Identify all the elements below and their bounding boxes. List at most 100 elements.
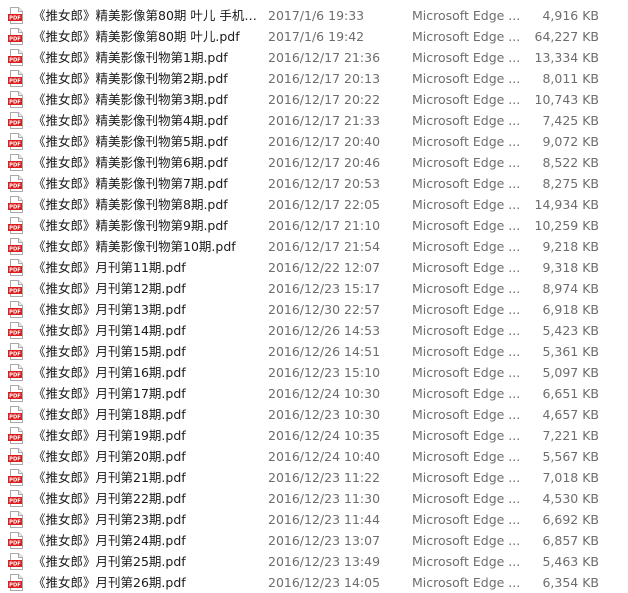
- file-row[interactable]: PDF 《推女郎》精美影像刊物第1期.pdf 2016/12/17 21:36 …: [0, 47, 628, 68]
- pdf-icon: PDF: [8, 70, 23, 87]
- file-name: 《推女郎》月刊第22期.pdf: [33, 491, 186, 506]
- file-row[interactable]: PDF 《推女郎》精美影像刊物第9期.pdf 2016/12/17 21:10 …: [0, 215, 628, 236]
- file-row[interactable]: PDF 《推女郎》精美影像刊物第4期.pdf 2016/12/17 21:33 …: [0, 110, 628, 131]
- file-row[interactable]: PDF 《推女郎》月刊第20期.pdf 2016/12/24 10:40 Mic…: [0, 446, 628, 467]
- svg-text:PDF: PDF: [9, 541, 21, 547]
- file-size: 8,011 KB: [542, 71, 599, 86]
- svg-text:PDF: PDF: [9, 268, 21, 274]
- pdf-icon: PDF: [8, 49, 23, 66]
- svg-text:PDF: PDF: [9, 205, 21, 211]
- svg-text:PDF: PDF: [9, 562, 21, 568]
- file-type: Microsoft Edge ...: [412, 92, 521, 107]
- file-type: Microsoft Edge ...: [412, 365, 521, 380]
- pdf-icon: PDF: [8, 280, 23, 297]
- svg-text:PDF: PDF: [9, 37, 21, 43]
- file-date-modified: 2016/12/23 13:49: [268, 554, 381, 569]
- file-type: Microsoft Edge ...: [412, 533, 521, 548]
- file-type: Microsoft Edge ...: [412, 134, 521, 149]
- pdf-icon: PDF: [8, 385, 23, 402]
- file-size: 7,018 KB: [542, 470, 599, 485]
- file-date-modified: 2016/12/23 13:07: [268, 533, 381, 548]
- file-name: 《推女郎》月刊第16期.pdf: [33, 365, 186, 380]
- svg-text:PDF: PDF: [9, 373, 21, 379]
- file-row[interactable]: PDF 《推女郎》月刊第22期.pdf 2016/12/23 11:30 Mic…: [0, 488, 628, 509]
- file-size: 7,425 KB: [542, 113, 599, 128]
- file-date-modified: 2016/12/17 21:33: [268, 113, 381, 128]
- pdf-icon: PDF: [8, 490, 23, 507]
- file-size: 6,651 KB: [542, 386, 599, 401]
- svg-text:PDF: PDF: [9, 583, 21, 589]
- file-row[interactable]: PDF 《推女郎》精美影像第80期 叶儿 手机阅... 2017/1/6 19:…: [0, 5, 628, 26]
- file-type: Microsoft Edge ...: [412, 302, 521, 317]
- svg-text:PDF: PDF: [9, 163, 21, 169]
- file-row[interactable]: PDF 《推女郎》精美影像刊物第7期.pdf 2016/12/17 20:53 …: [0, 173, 628, 194]
- file-type: Microsoft Edge ...: [412, 470, 521, 485]
- svg-text:PDF: PDF: [9, 79, 21, 85]
- file-row[interactable]: PDF 《推女郎》月刊第13期.pdf 2016/12/30 22:57 Mic…: [0, 299, 628, 320]
- pdf-icon: PDF: [8, 217, 23, 234]
- file-date-modified: 2016/12/22 12:07: [268, 260, 381, 275]
- file-name: 《推女郎》月刊第24期.pdf: [33, 533, 186, 548]
- file-row[interactable]: PDF 《推女郎》精美影像刊物第5期.pdf 2016/12/17 20:40 …: [0, 131, 628, 152]
- pdf-icon: PDF: [8, 364, 23, 381]
- file-date-modified: 2016/12/23 11:44: [268, 512, 381, 527]
- file-row[interactable]: PDF 《推女郎》月刊第25期.pdf 2016/12/23 13:49 Mic…: [0, 551, 628, 572]
- file-row[interactable]: PDF 《推女郎》月刊第11期.pdf 2016/12/22 12:07 Mic…: [0, 257, 628, 278]
- file-size: 8,275 KB: [542, 176, 599, 191]
- pdf-icon: PDF: [8, 91, 23, 108]
- file-size: 6,857 KB: [542, 533, 599, 548]
- file-row[interactable]: PDF 《推女郎》精美影像第80期 叶儿.pdf 2017/1/6 19:42 …: [0, 26, 628, 47]
- pdf-icon: PDF: [8, 406, 23, 423]
- svg-text:PDF: PDF: [9, 247, 21, 253]
- file-name: 《推女郎》精美影像刊物第1期.pdf: [33, 50, 228, 65]
- svg-text:PDF: PDF: [9, 184, 21, 190]
- file-size: 5,361 KB: [542, 344, 599, 359]
- file-name: 《推女郎》月刊第11期.pdf: [33, 260, 186, 275]
- file-row[interactable]: PDF 《推女郎》精美影像刊物第8期.pdf 2016/12/17 22:05 …: [0, 194, 628, 215]
- file-row[interactable]: PDF 《推女郎》月刊第18期.pdf 2016/12/23 10:30 Mic…: [0, 404, 628, 425]
- file-date-modified: 2016/12/30 22:57: [268, 302, 381, 317]
- file-size: 5,423 KB: [542, 323, 599, 338]
- file-name: 《推女郎》月刊第12期.pdf: [33, 281, 186, 296]
- file-size: 4,530 KB: [542, 491, 599, 506]
- file-size: 14,934 KB: [534, 197, 599, 212]
- file-type: Microsoft Edge ...: [412, 176, 521, 191]
- file-row[interactable]: PDF 《推女郎》月刊第16期.pdf 2016/12/23 15:10 Mic…: [0, 362, 628, 383]
- file-name: 《推女郎》月刊第21期.pdf: [33, 470, 186, 485]
- file-row[interactable]: PDF 《推女郎》精美影像刊物第6期.pdf 2016/12/17 20:46 …: [0, 152, 628, 173]
- file-row[interactable]: PDF 《推女郎》月刊第19期.pdf 2016/12/24 10:35 Mic…: [0, 425, 628, 446]
- file-type: Microsoft Edge ...: [412, 449, 521, 464]
- pdf-icon: PDF: [8, 469, 23, 486]
- file-row[interactable]: PDF 《推女郎》精美影像刊物第2期.pdf 2016/12/17 20:13 …: [0, 68, 628, 89]
- pdf-icon: PDF: [8, 112, 23, 129]
- file-date-modified: 2016/12/23 15:17: [268, 281, 381, 296]
- file-row[interactable]: PDF 《推女郎》月刊第17期.pdf 2016/12/24 10:30 Mic…: [0, 383, 628, 404]
- file-date-modified: 2016/12/17 20:22: [268, 92, 381, 107]
- file-name: 《推女郎》精美影像刊物第5期.pdf: [33, 134, 228, 149]
- file-row[interactable]: PDF 《推女郎》月刊第23期.pdf 2016/12/23 11:44 Mic…: [0, 509, 628, 530]
- file-type: Microsoft Edge ...: [412, 428, 521, 443]
- file-name: 《推女郎》月刊第19期.pdf: [33, 428, 186, 443]
- file-row[interactable]: PDF 《推女郎》月刊第14期.pdf 2016/12/26 14:53 Mic…: [0, 320, 628, 341]
- file-type: Microsoft Edge ...: [412, 197, 521, 212]
- file-row[interactable]: PDF 《推女郎》精美影像刊物第3期.pdf 2016/12/17 20:22 …: [0, 89, 628, 110]
- file-name: 《推女郎》精美影像刊物第6期.pdf: [33, 155, 228, 170]
- svg-text:PDF: PDF: [9, 142, 21, 148]
- file-row[interactable]: PDF 《推女郎》月刊第15期.pdf 2016/12/26 14:51 Mic…: [0, 341, 628, 362]
- file-row[interactable]: PDF 《推女郎》月刊第12期.pdf 2016/12/23 15:17 Mic…: [0, 278, 628, 299]
- file-row[interactable]: PDF 《推女郎》月刊第26期.pdf 2016/12/23 14:05 Mic…: [0, 572, 628, 593]
- pdf-icon: PDF: [8, 553, 23, 570]
- file-row[interactable]: PDF 《推女郎》月刊第24期.pdf 2016/12/23 13:07 Mic…: [0, 530, 628, 551]
- file-type: Microsoft Edge ...: [412, 239, 521, 254]
- file-date-modified: 2016/12/17 20:46: [268, 155, 381, 170]
- pdf-icon: PDF: [8, 154, 23, 171]
- file-row[interactable]: PDF 《推女郎》精美影像刊物第10期.pdf 2016/12/17 21:54…: [0, 236, 628, 257]
- svg-text:PDF: PDF: [9, 289, 21, 295]
- file-size: 8,522 KB: [542, 155, 599, 170]
- file-date-modified: 2016/12/17 20:13: [268, 71, 381, 86]
- file-date-modified: 2016/12/23 11:22: [268, 470, 381, 485]
- file-row[interactable]: PDF 《推女郎》月刊第21期.pdf 2016/12/23 11:22 Mic…: [0, 467, 628, 488]
- file-size: 64,227 KB: [534, 29, 599, 44]
- file-type: Microsoft Edge ...: [412, 155, 521, 170]
- file-size: 6,918 KB: [542, 302, 599, 317]
